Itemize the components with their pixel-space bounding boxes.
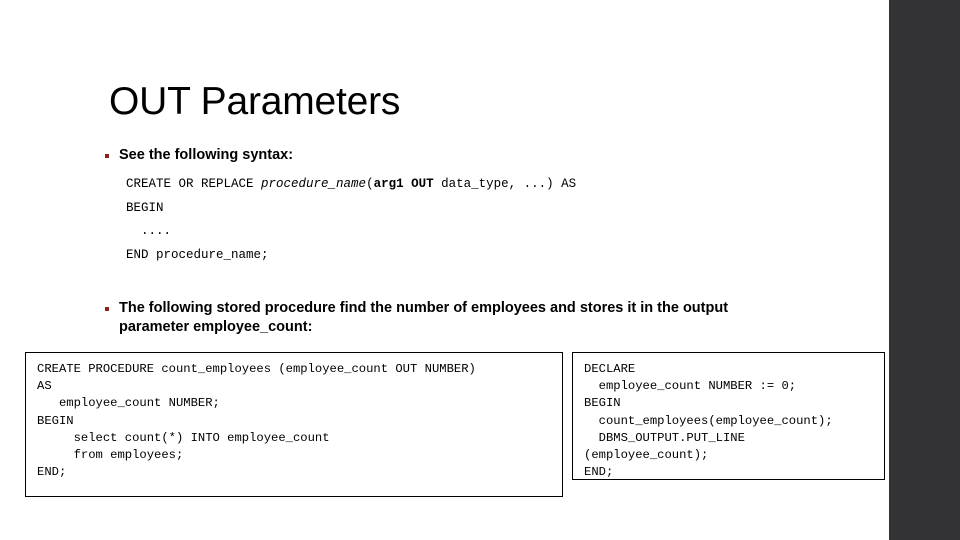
syntax-line2: BEGIN [126,200,164,215]
slide-accent-band [889,0,960,540]
bullet-item-syntax: See the following syntax: [105,146,745,165]
bullet-dot-icon [105,154,109,158]
bullet-item-description: The following stored procedure find the … [105,299,795,337]
bullet-item-syntax-label: See the following syntax: [119,147,294,163]
code-box-procedure-definition: CREATE PROCEDURE count_employees (employ… [25,352,563,497]
syntax-line1-procedure-name: procedure_name [261,177,367,191]
bullet-dot-icon [105,307,109,311]
syntax-line1-prefix: CREATE OR REPLACE [126,177,262,191]
syntax-line1-arg-out: arg1 OUT [373,177,434,191]
syntax-line3: .... [126,224,172,238]
syntax-line1-suffix: data_type, ...) AS [433,177,577,191]
syntax-line1-paren: ( [366,177,374,191]
syntax-line4: END procedure_name; [126,247,269,262]
syntax-code-block: CREATE OR REPLACE procedure_name(arg1 OU… [126,173,576,267]
code-box-anonymous-block: DECLARE employee_count NUMBER := 0; BEGI… [572,352,885,480]
page-title: OUT Parameters [109,80,401,123]
bullet-item-description-label: The following stored procedure find the … [119,300,729,335]
slide-canvas: OUT Parameters See the following syntax:… [0,0,960,540]
